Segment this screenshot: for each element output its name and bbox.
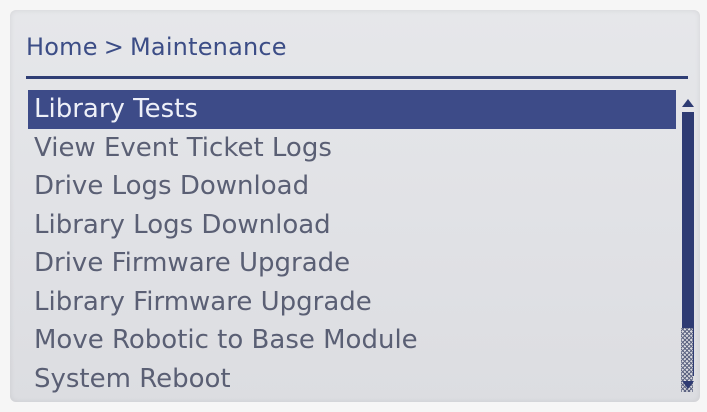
menu-item-label: Library Tests: [34, 94, 198, 124]
menu-item-label: Library Logs Download: [34, 209, 331, 240]
menu-item-library-logs-download[interactable]: Library Logs Download: [28, 206, 676, 245]
menu-item-view-event-ticket-logs[interactable]: View Event Ticket Logs: [28, 129, 676, 168]
menu-item-drive-firmware-upgrade[interactable]: Drive Firmware Upgrade: [28, 244, 676, 283]
menu-item-move-robotic-to-base-module[interactable]: Move Robotic to Base Module: [28, 321, 676, 360]
menu-scrollbar[interactable]: [681, 96, 695, 392]
lcd-screen: Home > Maintenance Library Tests View Even…: [10, 10, 700, 402]
menu-item-drive-logs-download[interactable]: Drive Logs Download: [28, 167, 676, 206]
menu-item-label: Move Robotic to Base Module: [34, 325, 418, 355]
menu-item-label: System Reboot: [34, 363, 231, 394]
scroll-up-arrow-icon[interactable]: [681, 96, 695, 110]
menu-item-label: Drive Firmware Upgrade: [34, 248, 351, 278]
menu-item-label: Library Firmware Upgrade: [34, 286, 372, 317]
breadcrumb-current: Maintenance: [130, 33, 287, 61]
maintenance-menu: Library Tests View Event Ticket Logs Dri…: [28, 90, 676, 400]
menu-item-system-reboot[interactable]: System Reboot: [28, 360, 676, 399]
breadcrumb-home[interactable]: Home: [26, 33, 98, 61]
menu-item-library-tests[interactable]: Library Tests: [28, 90, 676, 129]
menu-item-label: View Event Ticket Logs: [34, 132, 332, 163]
menu-item-label: Drive Logs Download: [34, 171, 310, 201]
scroll-down-arrow-icon[interactable]: [681, 378, 695, 392]
scrollbar-track[interactable]: [681, 112, 694, 392]
breadcrumb-separator: >: [103, 33, 124, 61]
breadcrumb: Home > Maintenance: [26, 30, 287, 64]
header-divider: [26, 76, 688, 79]
menu-item-library-firmware-upgrade[interactable]: Library Firmware Upgrade: [28, 283, 676, 322]
